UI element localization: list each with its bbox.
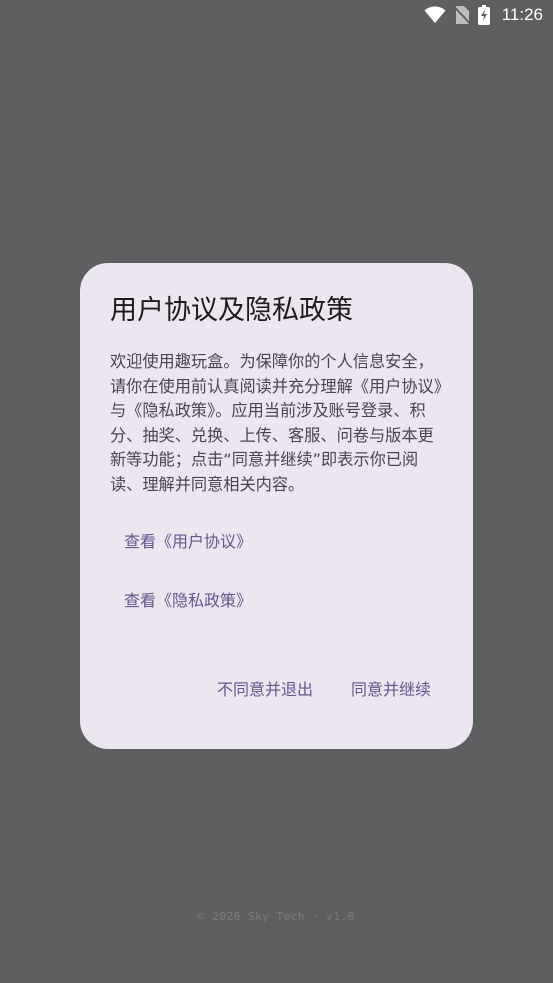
status-bar: 11:26 xyxy=(0,0,553,30)
app-screen: 11:26 用户协议及隐私政策 欢迎使用趣玩盒。为保障你的个人信息安全，请你在使… xyxy=(0,0,553,983)
wifi-icon xyxy=(424,6,446,24)
consent-dialog: 用户协议及隐私政策 欢迎使用趣玩盒。为保障你的个人信息安全，请你在使用前认真阅读… xyxy=(80,263,473,749)
status-icons: 11:26 xyxy=(424,4,543,26)
footer-copyright: © 2026 Sky Tech · v1.0 xyxy=(198,910,355,923)
dialog-body-text: 欢迎使用趣玩盒。为保障你的个人信息安全，请你在使用前认真阅读并充分理解《用户协议… xyxy=(110,352,442,494)
accept-continue-button[interactable]: 同意并继续 xyxy=(339,668,443,712)
view-privacy-policy-link[interactable]: 查看《隐私政策》 xyxy=(110,579,266,623)
dialog-actions: 不同意并退出 同意并继续 xyxy=(205,668,443,712)
decline-exit-button[interactable]: 不同意并退出 xyxy=(205,668,325,712)
view-user-agreement-link[interactable]: 查看《用户协议》 xyxy=(110,520,266,564)
status-clock: 11:26 xyxy=(501,5,543,24)
no-sim-icon xyxy=(453,5,470,25)
battery-charging-icon xyxy=(477,5,490,25)
dialog-title: 用户协议及隐私政策 xyxy=(110,295,353,326)
